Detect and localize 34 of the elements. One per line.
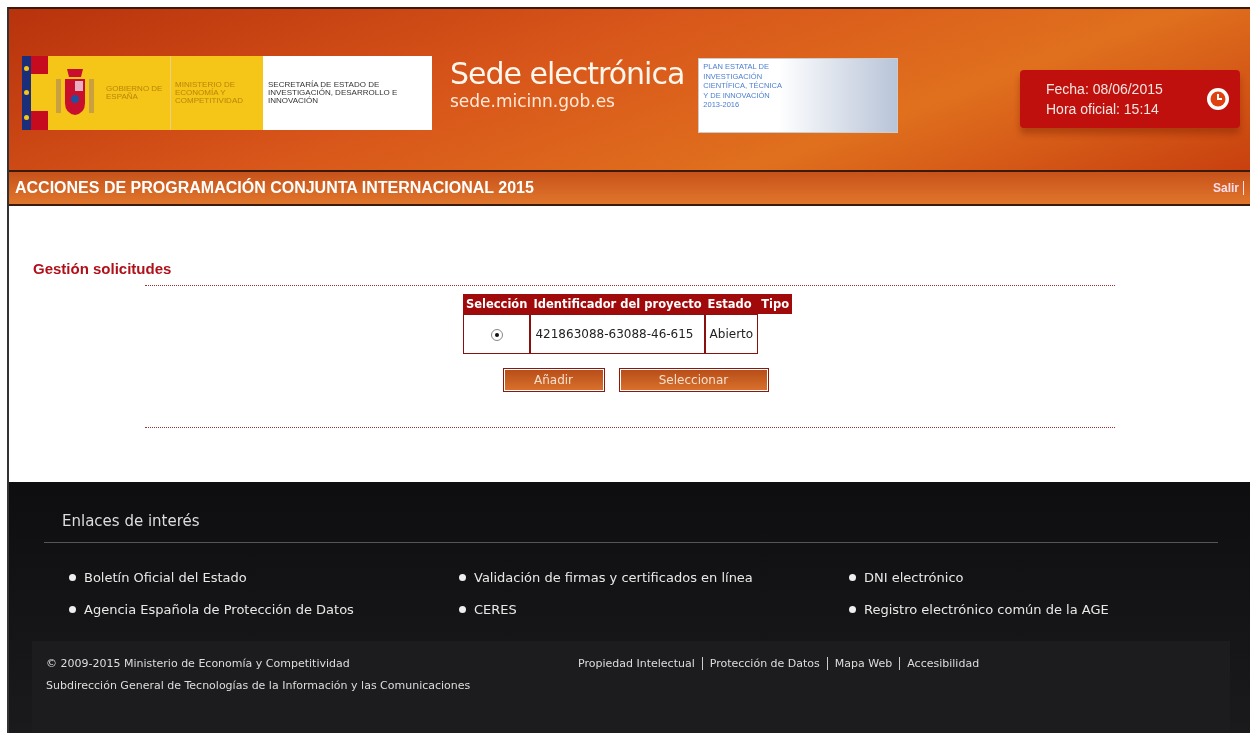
footer-link[interactable]: Validación de firmas y certificados en línea: [474, 570, 753, 585]
column-header: Estado: [704, 294, 759, 314]
bullet-icon: [69, 606, 76, 613]
footer-link[interactable]: CERES: [474, 602, 517, 617]
bullet-icon: [849, 574, 856, 581]
site-url: sede.micinn.gob.es: [450, 91, 616, 111]
ministry-logo-text: SECRETARÍA DE ESTADO DE INVESTIGACIÓN, DESARROLLO E INNOVACIÓN: [263, 56, 432, 130]
bullet-icon: [459, 606, 466, 613]
column-header: Tipo: [758, 294, 793, 314]
footer-link[interactable]: Agencia Española de Protección de Datos: [84, 602, 354, 617]
date-text: Fecha: 08/06/2015: [1046, 80, 1164, 99]
site-title: Sede electrónica: [450, 57, 685, 91]
clock-refresh-icon[interactable]: [1206, 87, 1230, 111]
legal-link[interactable]: Protección de Datos: [701, 657, 827, 670]
time-text: Hora oficial: 15:14: [1046, 100, 1160, 119]
legal-link[interactable]: Accesibilidad: [899, 657, 987, 670]
bullet-icon: [459, 574, 466, 581]
footer-link[interactable]: Boletín Oficial del Estado: [84, 570, 247, 585]
page-title: ACCIONES DE PROGRAMACIÓN CONJUNTA INTERNACIONAL 2015: [15, 179, 534, 197]
footer-link[interactable]: Registro electrónico común de la AGE: [864, 602, 1109, 617]
copyright-text: © 2009-2015 Ministerio de Economía y Competitividad: [46, 657, 350, 670]
footer-link[interactable]: DNI electrónico: [864, 570, 964, 585]
bullet-icon: [849, 606, 856, 613]
legal-link[interactable]: Mapa Web: [826, 657, 900, 670]
table-cell: 421863088-63088-46-615: [530, 314, 705, 354]
column-header: Selección: [462, 294, 531, 314]
footer-heading: Enlaces de interés: [62, 512, 201, 530]
department-text: Subdirección General de Tecnologías de la Información y las Comunicaciones: [46, 679, 471, 692]
radio-button[interactable]: [490, 328, 503, 341]
table-cell: Abierto: [704, 314, 759, 354]
section-title: Gestión solicitudes: [33, 260, 173, 277]
bullet-icon: [69, 574, 76, 581]
column-header: Identificador del proyecto: [530, 294, 705, 314]
legal-link[interactable]: Propiedad Intelectual: [578, 657, 702, 670]
